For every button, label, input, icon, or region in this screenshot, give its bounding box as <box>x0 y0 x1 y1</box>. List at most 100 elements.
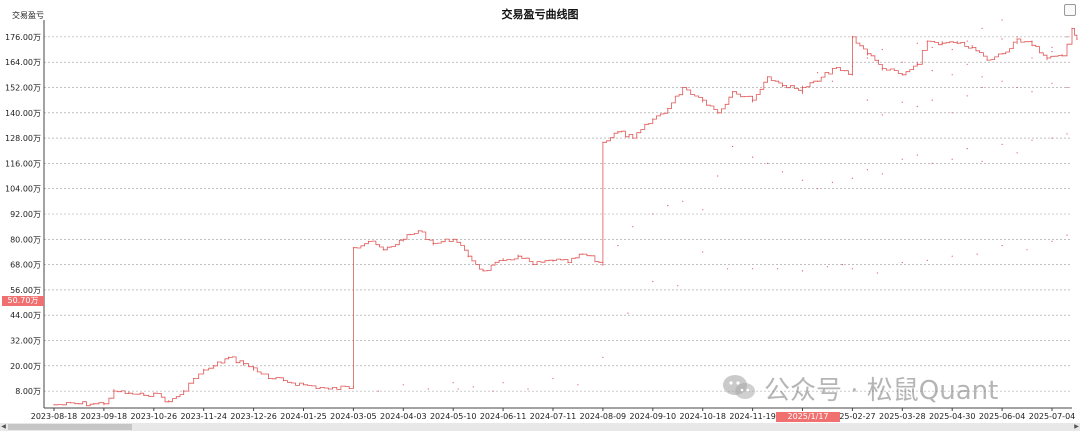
y-tick-label: 116.00万 <box>5 159 41 168</box>
series-point <box>302 384 305 386</box>
series-point <box>752 99 754 101</box>
x-tick-label: 2023-10-26 <box>131 412 178 421</box>
series-point <box>352 386 354 388</box>
series-point <box>717 112 719 114</box>
watermark: 公众号 · 松鼠Quant <box>722 368 998 408</box>
x-axis-ticks: 2023-08-18 2023-09-18 2023-10-26 2023-11-24… <box>31 408 1075 421</box>
series-point <box>881 173 883 175</box>
series-point <box>1001 80 1003 82</box>
y-axis-ticks: 8.00万 20.00万 32.00万 44.00万 56.00万 68.00万 80.00… <box>5 33 41 396</box>
series-point <box>1066 36 1068 38</box>
y-tick-label: 20.00万 <box>10 362 41 371</box>
series-point <box>502 259 504 261</box>
series-point <box>472 386 474 388</box>
series-point <box>916 63 918 65</box>
series-point <box>981 76 983 78</box>
x-tick-label: 2024-11-19 <box>729 412 776 421</box>
series-point <box>1001 143 1003 145</box>
series-point <box>931 46 933 49</box>
series-point <box>1031 40 1033 42</box>
series-point <box>243 363 245 365</box>
series-point <box>253 369 255 371</box>
y-tick-label: 32.00万 <box>10 337 41 346</box>
series-point <box>816 188 819 190</box>
series-point <box>801 86 804 89</box>
series-point <box>602 264 604 266</box>
series-point <box>981 27 983 29</box>
series-point <box>1016 42 1018 44</box>
series-point <box>203 369 205 371</box>
series-point <box>602 141 604 143</box>
series-point <box>1001 53 1003 55</box>
scroll-left-icon[interactable]: ◀ <box>0 423 7 431</box>
series-point <box>876 272 879 274</box>
series-point <box>1066 133 1068 135</box>
x-tick-label: 2025-03-28 <box>879 412 926 421</box>
series-layer <box>53 19 1078 407</box>
series-point <box>1031 44 1033 46</box>
series-point <box>801 91 804 93</box>
series-point <box>1051 46 1053 49</box>
horizontal-scrollbar[interactable]: ◀ ▶ <box>0 423 1080 431</box>
y-tick-label: 104.00万 <box>5 185 41 194</box>
series-point <box>482 270 484 272</box>
series-point <box>282 380 285 382</box>
series-point <box>502 382 504 384</box>
series-point <box>851 74 854 76</box>
series-point <box>781 84 784 86</box>
series-point <box>801 179 804 181</box>
series-point <box>1051 137 1053 139</box>
series-point <box>926 40 928 42</box>
chart-title: 交易盈亏曲线图 <box>501 8 579 21</box>
series-point <box>916 105 918 108</box>
x-tick-label: 2025-04-30 <box>929 412 976 421</box>
series-point <box>682 200 684 202</box>
pnl-series-line <box>54 28 1078 407</box>
x-tick-label: 2024-10-18 <box>679 412 726 421</box>
series-point <box>153 392 155 394</box>
series-point <box>901 101 903 103</box>
series-point <box>1031 139 1033 141</box>
series-point <box>1016 152 1018 154</box>
series-point <box>971 46 973 49</box>
series-point <box>831 181 834 183</box>
scroll-thumb[interactable] <box>8 424 132 430</box>
series-point <box>816 80 819 82</box>
series-point <box>851 65 854 67</box>
series-point <box>1051 51 1053 53</box>
series-point <box>1026 249 1028 251</box>
series-point <box>377 390 379 392</box>
series-point <box>427 388 429 390</box>
series-point <box>617 131 619 133</box>
y-cursor-label: 50.70万 <box>2 296 44 306</box>
y-tick-label: 68.00万 <box>10 261 41 270</box>
series-point <box>417 230 419 232</box>
wechat-icon <box>722 373 756 403</box>
y-tick-label: 8.00万 <box>15 387 41 396</box>
x-tick-label: 2024-05-10 <box>430 412 477 421</box>
series-point <box>128 392 130 394</box>
series-point <box>966 95 968 97</box>
series-point <box>1016 38 1018 40</box>
series-point <box>552 377 554 380</box>
series-point <box>582 253 584 255</box>
scroll-right-icon[interactable]: ▶ <box>1073 423 1080 431</box>
series-point <box>682 86 684 89</box>
series-point <box>752 156 754 158</box>
series-point <box>951 48 953 51</box>
series-point <box>767 162 769 164</box>
series-point <box>367 240 369 242</box>
series-point <box>866 57 869 59</box>
series-point <box>976 253 978 255</box>
series-point <box>78 403 80 405</box>
series-point <box>702 251 704 253</box>
series-point <box>168 401 170 403</box>
series-point <box>352 247 354 249</box>
close-button[interactable] <box>1064 4 1076 16</box>
series-point <box>382 249 384 251</box>
series-point <box>831 80 834 82</box>
series-point <box>567 261 569 264</box>
x-tick-label: 2023-11-24 <box>180 412 227 421</box>
series-point <box>1016 36 1018 38</box>
series-point <box>1031 57 1033 59</box>
